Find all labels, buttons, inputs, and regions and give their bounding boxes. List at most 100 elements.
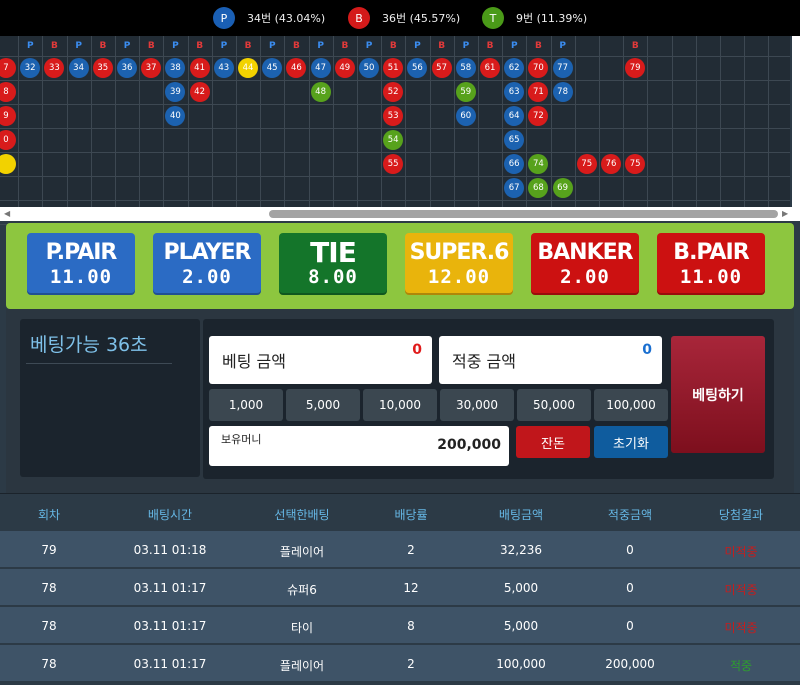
grid-line <box>0 104 790 105</box>
result-ball: 34 <box>68 58 89 78</box>
legend-banker: B 36번 (45.57%) <box>348 7 460 29</box>
horizontal-scrollbar[interactable]: ◀ ▶ <box>0 207 792 221</box>
grid-line <box>187 36 189 207</box>
scrollbar-thumb[interactable] <box>269 210 778 218</box>
result-ball: 55 <box>383 154 404 174</box>
bet-amount-field[interactable]: 베팅 금액 0 <box>209 336 432 384</box>
bet-ppair-button[interactable]: P.PAIR 11.00 <box>27 233 135 295</box>
result-ball: 65 <box>504 130 525 150</box>
place-bet-button[interactable]: 베팅하기 <box>671 336 765 453</box>
result-ball: 54 <box>383 130 404 150</box>
bet-name: PLAYER <box>163 240 252 265</box>
grid-line <box>695 36 697 207</box>
grid-header-cell: B <box>99 41 107 51</box>
grid-line <box>308 36 310 207</box>
result-ball: 64 <box>504 106 525 126</box>
bet-odds: 2.00 <box>560 266 610 288</box>
result-ball: 78 <box>552 82 573 102</box>
table-row: 78 03.11 01:17 플레이어 2 100,000 200,000 적중 <box>0 645 800 683</box>
legend-banker-text: 36번 (45.57%) <box>382 12 461 25</box>
table-cell: 03.11 01:17 <box>133 581 207 595</box>
table-cell: 미적중 <box>724 621 758 635</box>
grid-line <box>357 36 358 207</box>
result-ball: 59 <box>455 82 476 102</box>
result-ball: 50 <box>359 58 379 78</box>
result-ball: 61 <box>480 58 500 78</box>
bet-banker-button[interactable]: BANKER 2.00 <box>531 233 639 295</box>
grid-line <box>744 36 746 207</box>
grid-header-cell: B <box>147 41 155 51</box>
reset-button[interactable]: 초기화 <box>594 426 668 458</box>
bet-bpair-button[interactable]: B.PAIR 11.00 <box>657 233 765 295</box>
grid-header-cell: P <box>123 41 131 51</box>
result-ball: 51 <box>383 58 404 78</box>
table-cell: 12 <box>403 581 419 595</box>
grid-line <box>453 36 455 207</box>
bet-name: BANKER <box>537 240 633 265</box>
table-cell: 32,236 <box>500 543 542 557</box>
grid-header-cell: B <box>293 41 300 51</box>
result-ball: 77 <box>552 58 573 78</box>
chip-30000-button[interactable]: 30,000 <box>440 389 514 421</box>
result-ball: 72 <box>528 106 549 126</box>
divider <box>26 363 172 364</box>
result-ball: 46 <box>286 58 307 78</box>
result-ball: 8 <box>0 82 16 102</box>
grid-header-cell: B <box>535 41 542 51</box>
grid-line <box>284 36 286 207</box>
table-cell: 78 <box>41 619 57 633</box>
result-ball: 63 <box>504 82 525 102</box>
result-ball: 36 <box>117 58 137 78</box>
grid-header-cell: P <box>510 41 518 51</box>
grid-header-cell: B <box>244 41 252 51</box>
player-dot-icon: P <box>213 7 235 29</box>
grid-header-cell: P <box>268 41 276 51</box>
result-ball: 66 <box>504 154 525 174</box>
vertical-scroll-track[interactable] <box>792 36 800 221</box>
table-cell: 03.11 01:18 <box>133 543 207 557</box>
result-ball: 38 <box>165 58 186 78</box>
bet-player-button[interactable]: PLAYER 2.00 <box>153 233 261 295</box>
scroll-left-arrow-icon[interactable]: ◀ <box>4 209 10 218</box>
chip-10000-button[interactable]: 10,000 <box>363 389 437 421</box>
change-button[interactable]: 잔돈 <box>516 426 590 458</box>
result-ball: 41 <box>189 58 210 78</box>
tie-dot-icon: T <box>482 7 504 29</box>
grid-line <box>66 36 68 207</box>
result-ball: 42 <box>189 82 210 102</box>
grid-header-cell: P <box>462 41 470 51</box>
chip-50000-button[interactable]: 50,000 <box>517 389 591 421</box>
chip-100000-button[interactable]: 100,000 <box>594 389 668 421</box>
bet-amount-value: 0 <box>412 342 422 358</box>
grid-line <box>405 36 407 207</box>
bet-name: P.PAIR <box>45 240 118 265</box>
result-ball: 35 <box>92 58 113 78</box>
chip-1000-button[interactable]: 1,000 <box>209 389 283 421</box>
bet-tie-button[interactable]: TIE 8.00 <box>279 233 387 295</box>
chip-5000-button[interactable]: 5,000 <box>286 389 360 421</box>
grid-line <box>0 56 790 57</box>
table-cell: 100,000 <box>496 657 546 671</box>
scroll-right-arrow-icon[interactable]: ▶ <box>782 209 788 218</box>
result-ball: 76 <box>601 154 621 174</box>
result-ball: 0 <box>0 130 16 150</box>
result-ball: 68 <box>528 178 549 198</box>
bet-name: TIE <box>310 236 357 269</box>
grid-header-cell: B <box>631 41 639 51</box>
table-cell: 슈퍼6 <box>287 583 317 597</box>
table-cell: 플레이어 <box>279 659 325 673</box>
col-round: 회차 <box>37 508 61 522</box>
result-ball: 39 <box>165 82 186 102</box>
grid-header-cell: B <box>51 41 58 51</box>
grid-line <box>550 36 552 207</box>
table-cell: 200,000 <box>605 657 655 671</box>
table-row: 79 03.11 01:18 플레이어 2 32,236 0 미적중 <box>0 531 800 569</box>
result-ball <box>0 154 16 174</box>
grid-line <box>671 36 673 207</box>
grid-line <box>623 36 625 207</box>
bet-name: B.PAIR <box>673 240 749 265</box>
grid-line <box>647 36 649 207</box>
result-ball: 32 <box>20 58 41 78</box>
result-ball: 49 <box>334 58 355 78</box>
bet-super6-button[interactable]: SUPER.6 12.00 <box>405 233 513 295</box>
